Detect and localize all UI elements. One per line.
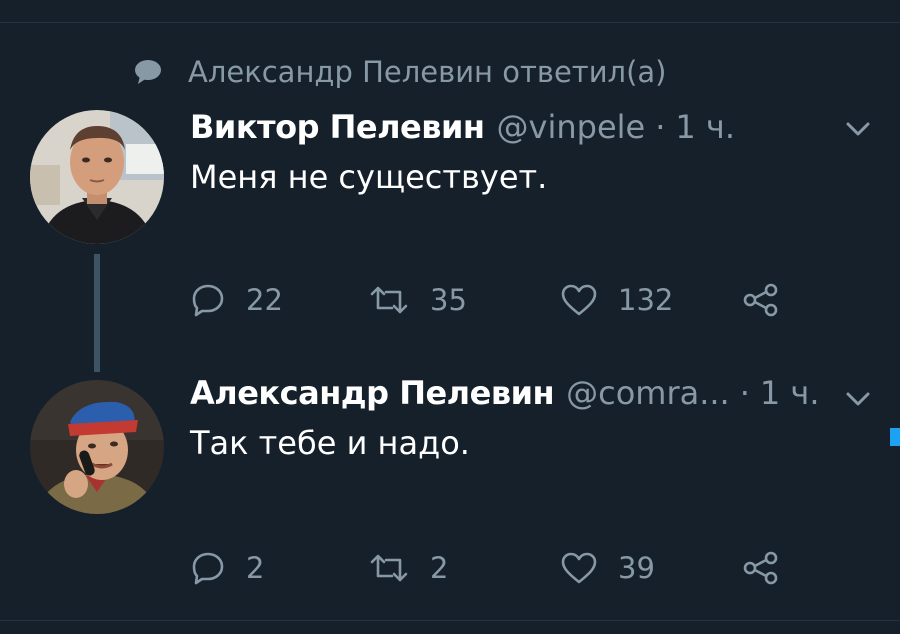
tweet-header: Александр Пелевин @comra... · 1 ч.: [190, 374, 820, 412]
like-button[interactable]: 39: [560, 546, 655, 590]
share-icon: [743, 551, 778, 585]
timestamp[interactable]: 1 ч.: [675, 108, 735, 146]
author-photo: [30, 380, 164, 514]
reply-button[interactable]: 2: [190, 546, 264, 590]
like-count: 39: [618, 551, 655, 585]
reply-icon: [192, 284, 224, 317]
chevron-down-icon[interactable]: [842, 388, 874, 412]
retweet-count: 2: [430, 551, 449, 585]
chevron-down-icon[interactable]: [842, 118, 874, 142]
heart-icon: [561, 552, 597, 584]
author-name[interactable]: Александр Пелевин: [190, 374, 555, 412]
like-count: 132: [618, 283, 674, 317]
avatar[interactable]: [30, 380, 164, 514]
heart-icon: [561, 284, 597, 316]
tweet-header: Виктор Пелевин @vinpele · 1 ч.: [190, 108, 735, 146]
share-icon: [743, 283, 778, 317]
retweet-icon: [370, 286, 408, 314]
thread-line: [94, 254, 100, 372]
reply-button[interactable]: 22: [190, 278, 283, 322]
author-name[interactable]: Виктор Пелевин: [190, 108, 485, 146]
top-divider: [0, 22, 900, 23]
timestamp[interactable]: 1 ч.: [760, 374, 820, 412]
reply-icon: [192, 552, 224, 585]
tweet-text: Так тебе и надо.: [190, 424, 470, 462]
retweet-button[interactable]: 2: [368, 546, 448, 590]
scroll-indicator: [890, 428, 900, 446]
author-handle[interactable]: @comra...: [566, 374, 730, 412]
reply-count: 22: [246, 283, 283, 317]
share-button[interactable]: [742, 278, 780, 322]
separator: ·: [739, 374, 750, 412]
avatar[interactable]: [30, 110, 164, 244]
bottom-divider: [0, 620, 900, 621]
separator: ·: [655, 108, 666, 146]
retweet-icon: [370, 554, 408, 582]
reply-context-label: Александр Пелевин ответил(а): [188, 55, 667, 89]
retweet-count: 35: [430, 283, 467, 317]
speech-bubble-icon: [135, 60, 161, 84]
retweet-button[interactable]: 35: [368, 278, 467, 322]
share-button[interactable]: [742, 546, 780, 590]
author-photo: [30, 110, 164, 244]
author-handle[interactable]: @vinpele: [497, 108, 646, 146]
like-button[interactable]: 132: [560, 278, 673, 322]
reply-context[interactable]: Александр Пелевин ответил(а): [134, 50, 666, 94]
tweet-thread: Александр Пелевин ответил(а) Виктор Пеле…: [0, 0, 900, 634]
reply-count: 2: [246, 551, 265, 585]
tweet-text: Меня не существует.: [190, 158, 548, 196]
